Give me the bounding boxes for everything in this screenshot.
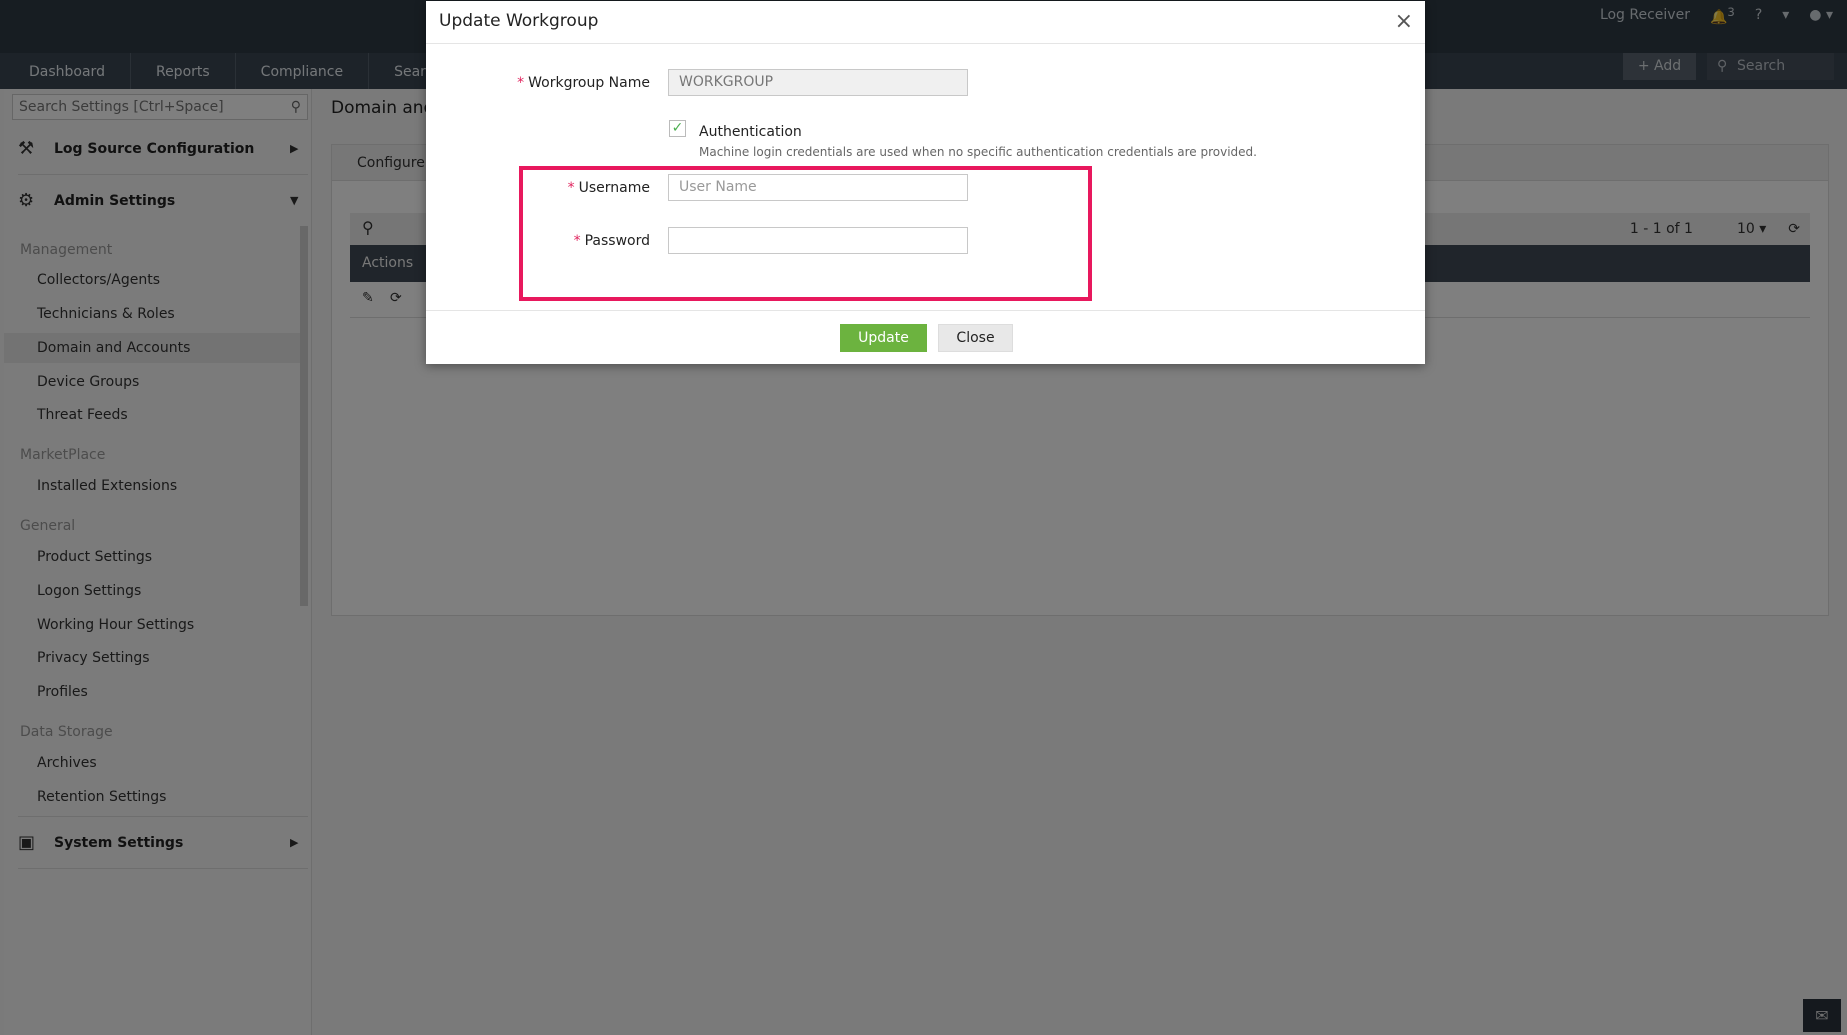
authentication-label: Authentication xyxy=(699,124,802,140)
highlight-box xyxy=(519,166,1092,301)
authentication-checkbox[interactable]: ✓ xyxy=(669,120,686,137)
divider xyxy=(426,43,1425,44)
update-button[interactable]: Update xyxy=(840,324,927,352)
close-button[interactable]: Close xyxy=(938,324,1013,352)
dialog-title: Update Workgroup xyxy=(439,11,599,31)
workgroup-name-field: WORKGROUP xyxy=(668,69,968,96)
update-workgroup-dialog: Update Workgroup × * Workgroup Name WORKG… xyxy=(426,1,1425,364)
close-icon[interactable]: × xyxy=(1395,9,1413,34)
required-marker: * xyxy=(517,75,525,91)
workgroup-name-label: * Workgroup Name xyxy=(517,75,650,91)
divider xyxy=(426,310,1425,311)
authentication-note: Machine login credentials are used when … xyxy=(699,145,1257,159)
